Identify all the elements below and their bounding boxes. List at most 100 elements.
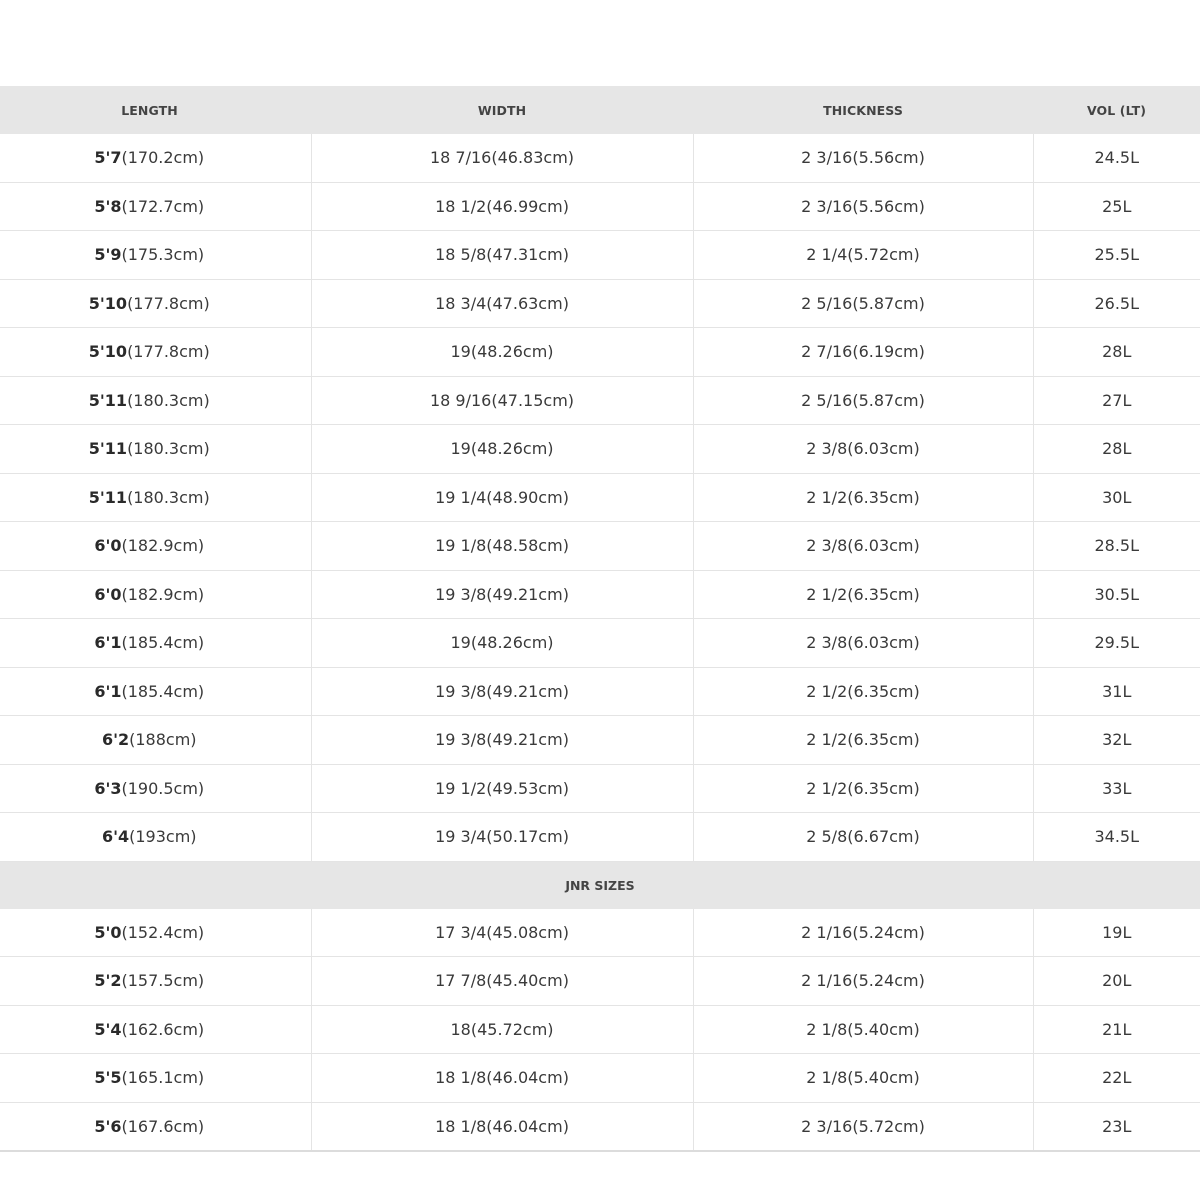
size-chart-page: LENGTH WIDTH THICKNESS VOL (LT) 5'7(170.… — [0, 0, 1200, 1200]
volume-cell: 30L — [1032, 473, 1200, 522]
width-cell: 19 3/4(50.17cm) — [310, 812, 693, 862]
table-row: 5'11(180.3cm) 18 9/16(47.15cm) 2 5/16(5.87… — [0, 376, 1200, 425]
length-cell: 5'8(172.7cm) — [0, 182, 311, 231]
thickness-cell: 2 1/4(5.72cm) — [692, 230, 1033, 280]
thickness-cell: 2 3/8(6.03cm) — [692, 618, 1033, 668]
volume-cell: 25.5L — [1032, 230, 1200, 280]
width-cell: 18 9/16(47.15cm) — [310, 376, 693, 425]
length-cm: (177.8cm) — [127, 293, 210, 313]
width-cell: 19(48.26cm) — [310, 618, 693, 668]
width-cell: 19 1/8(48.58cm) — [310, 521, 693, 571]
length-cell: 5'5(165.1cm) — [0, 1053, 311, 1103]
length-cm: (185.4cm) — [121, 633, 205, 653]
junior-section-body: JNR SIZES — [0, 861, 1200, 909]
length-cm: (175.3cm) — [121, 245, 205, 265]
thickness-cell: 2 3/16(5.72cm) — [692, 1102, 1033, 1152]
table-row: 6'2(188cm) 19 3/8(49.21cm) 2 1/2(6.35cm) 32… — [0, 715, 1200, 765]
thickness-cell: 2 1/8(5.40cm) — [692, 1005, 1033, 1054]
length-cm: (190.5cm) — [121, 778, 205, 798]
thickness-cell: 2 3/16(5.56cm) — [692, 134, 1033, 183]
length-feet: 5'0 — [94, 922, 122, 942]
length-cm: (188cm) — [129, 730, 197, 750]
volume-cell: 21L — [1032, 1005, 1200, 1054]
table-row: 5'11(180.3cm) 19(48.26cm) 2 3/8(6.03cm) 28L — [0, 424, 1200, 474]
thickness-cell: 2 1/2(6.35cm) — [692, 667, 1033, 716]
table-row: 5'7(170.2cm) 18 7/16(46.83cm) 2 3/16(5.56c… — [0, 134, 1200, 183]
width-cell: 19(48.26cm) — [310, 424, 693, 474]
volume-cell: 29.5L — [1032, 618, 1200, 668]
width-cell: 19 3/8(49.21cm) — [310, 715, 693, 765]
width-cell: 19 1/4(48.90cm) — [310, 473, 693, 522]
length-cm: (180.3cm) — [127, 439, 210, 459]
length-cell: 6'2(188cm) — [0, 715, 311, 765]
width-cell: 18 3/4(47.63cm) — [310, 279, 693, 328]
width-cell: 17 3/4(45.08cm) — [310, 908, 693, 957]
length-feet: 5'11 — [88, 439, 128, 459]
thickness-cell: 2 1/2(6.35cm) — [692, 715, 1033, 765]
volume-cell: 22L — [1032, 1053, 1200, 1103]
length-feet: 5'7 — [94, 148, 122, 168]
length-cell: 6'3(190.5cm) — [0, 764, 311, 813]
width-cell: 19(48.26cm) — [310, 327, 693, 377]
length-cm: (193cm) — [129, 827, 197, 847]
table-row: 5'8(172.7cm) 18 1/2(46.99cm) 2 3/16(5.56cm… — [0, 182, 1200, 231]
length-cell: 5'11(180.3cm) — [0, 424, 311, 474]
table-row: 5'11(180.3cm) 19 1/4(48.90cm) 2 1/2(6.35cm… — [0, 473, 1200, 522]
length-feet: 5'10 — [88, 342, 128, 362]
volume-cell: 28.5L — [1032, 521, 1200, 571]
junior-sizes-body: 5'0(152.4cm) 17 3/4(45.08cm) 2 1/16(5.24cm… — [0, 908, 1200, 1152]
length-cm: (177.8cm) — [127, 342, 210, 362]
length-feet: 5'8 — [94, 196, 122, 216]
length-feet: 5'4 — [94, 1019, 122, 1039]
table-header-row: LENGTH WIDTH THICKNESS VOL (LT) — [0, 86, 1200, 134]
volume-cell: 20L — [1032, 956, 1200, 1006]
volume-cell: 26.5L — [1032, 279, 1200, 328]
length-feet: 5'10 — [88, 293, 128, 313]
table-row: 5'2(157.5cm) 17 7/8(45.40cm) 2 1/16(5.24cm… — [0, 956, 1200, 1006]
length-feet: 6'0 — [94, 584, 122, 604]
thickness-cell: 2 1/2(6.35cm) — [692, 473, 1033, 522]
volume-cell: 23L — [1032, 1102, 1200, 1152]
length-feet: 5'11 — [88, 390, 128, 410]
thickness-cell: 2 7/16(6.19cm) — [692, 327, 1033, 377]
table-row: 6'1(185.4cm) 19(48.26cm) 2 3/8(6.03cm) 29.5… — [0, 618, 1200, 668]
thickness-cell: 2 5/16(5.87cm) — [692, 376, 1033, 425]
table-row: 5'0(152.4cm) 17 3/4(45.08cm) 2 1/16(5.24cm… — [0, 908, 1200, 957]
length-feet: 5'2 — [94, 971, 122, 991]
width-cell: 18 5/8(47.31cm) — [310, 230, 693, 280]
volume-cell: 19L — [1032, 908, 1200, 957]
length-cell: 6'4(193cm) — [0, 812, 311, 862]
width-cell: 18 7/16(46.83cm) — [310, 134, 693, 183]
length-feet: 5'5 — [94, 1068, 122, 1088]
thickness-cell: 2 1/2(6.35cm) — [692, 764, 1033, 813]
length-feet: 5'6 — [94, 1116, 122, 1136]
table-row: 6'4(193cm) 19 3/4(50.17cm) 2 5/8(6.67cm) 34… — [0, 812, 1200, 862]
volume-cell: 28L — [1032, 327, 1200, 377]
length-feet: 6'2 — [101, 730, 130, 750]
length-feet: 6'4 — [101, 827, 130, 847]
table-row: 5'10(177.8cm) 18 3/4(47.63cm) 2 5/16(5.87c… — [0, 279, 1200, 328]
length-cell: 5'10(177.8cm) — [0, 279, 311, 328]
width-cell: 18 1/2(46.99cm) — [310, 182, 693, 231]
thickness-cell: 2 3/16(5.56cm) — [692, 182, 1033, 231]
junior-section-header: JNR SIZES — [0, 861, 1200, 909]
thickness-cell: 2 1/16(5.24cm) — [692, 908, 1033, 957]
length-cell: 5'4(162.6cm) — [0, 1005, 311, 1054]
length-feet: 5'9 — [94, 245, 122, 265]
volume-cell: 34.5L — [1032, 812, 1200, 862]
length-cm: (170.2cm) — [121, 148, 205, 168]
column-header-volume: VOL (LT) — [1033, 86, 1200, 134]
length-cell: 6'0(182.9cm) — [0, 521, 311, 571]
thickness-cell: 2 3/8(6.03cm) — [692, 424, 1033, 474]
width-cell: 18 1/8(46.04cm) — [310, 1053, 693, 1103]
thickness-cell: 2 3/8(6.03cm) — [692, 521, 1033, 571]
thickness-cell: 2 5/16(5.87cm) — [692, 279, 1033, 328]
table-row: 6'3(190.5cm) 19 1/2(49.53cm) 2 1/2(6.35cm)… — [0, 764, 1200, 813]
length-cell: 5'11(180.3cm) — [0, 473, 311, 522]
length-cell: 6'1(185.4cm) — [0, 667, 311, 716]
length-cm: (180.3cm) — [127, 487, 210, 507]
volume-cell: 31L — [1032, 667, 1200, 716]
length-cm: (152.4cm) — [121, 922, 205, 942]
volume-cell: 28L — [1032, 424, 1200, 474]
width-cell: 17 7/8(45.40cm) — [310, 956, 693, 1006]
